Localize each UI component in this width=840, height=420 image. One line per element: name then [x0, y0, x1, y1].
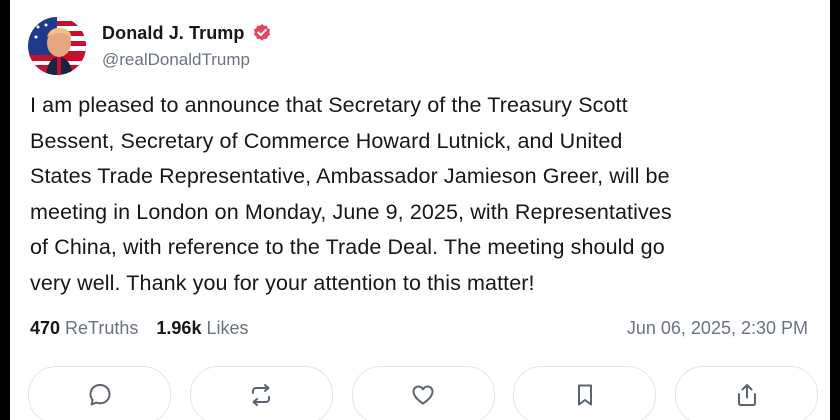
retruths-label: ReTruths	[65, 318, 139, 338]
post-card: Donald J. Trump @realDonaldTrump I am pl…	[10, 0, 830, 420]
post-header: Donald J. Trump @realDonaldTrump	[28, 14, 272, 78]
bookmark-button[interactable]	[513, 366, 657, 420]
right-frame-border	[830, 0, 840, 420]
likes-count: 1.96k	[156, 318, 202, 338]
post-timestamp[interactable]: Jun 06, 2025, 2:30 PM	[627, 318, 808, 339]
author-handle[interactable]: @realDonaldTrump	[102, 50, 272, 70]
retruths-count: 470	[30, 318, 61, 338]
author-info: Donald J. Trump @realDonaldTrump	[102, 23, 272, 70]
left-frame-border	[0, 0, 10, 420]
repost-icon	[248, 382, 274, 408]
retruth-button[interactable]	[189, 366, 333, 420]
like-button[interactable]	[351, 366, 495, 420]
bookmark-icon	[572, 382, 598, 408]
avatar[interactable]	[28, 17, 86, 75]
share-button[interactable]	[675, 366, 818, 420]
post-text: I am pleased to announce that Secretary …	[30, 93, 672, 295]
author-display-name[interactable]: Donald J. Trump	[102, 23, 245, 44]
heart-icon	[410, 382, 436, 408]
likes-label: Likes	[206, 318, 249, 338]
reply-button[interactable]	[28, 366, 171, 420]
share-icon	[734, 382, 760, 408]
display-name-row: Donald J. Trump	[102, 23, 272, 44]
verified-badge-icon	[252, 23, 272, 43]
action-bar	[28, 366, 818, 420]
likes-stat[interactable]: 1.96k Likes	[156, 318, 248, 339]
retruths-stat[interactable]: 470 ReTruths	[30, 318, 138, 339]
comment-icon	[87, 382, 113, 408]
post-stats: 470 ReTruths 1.96k Likes	[30, 318, 266, 339]
